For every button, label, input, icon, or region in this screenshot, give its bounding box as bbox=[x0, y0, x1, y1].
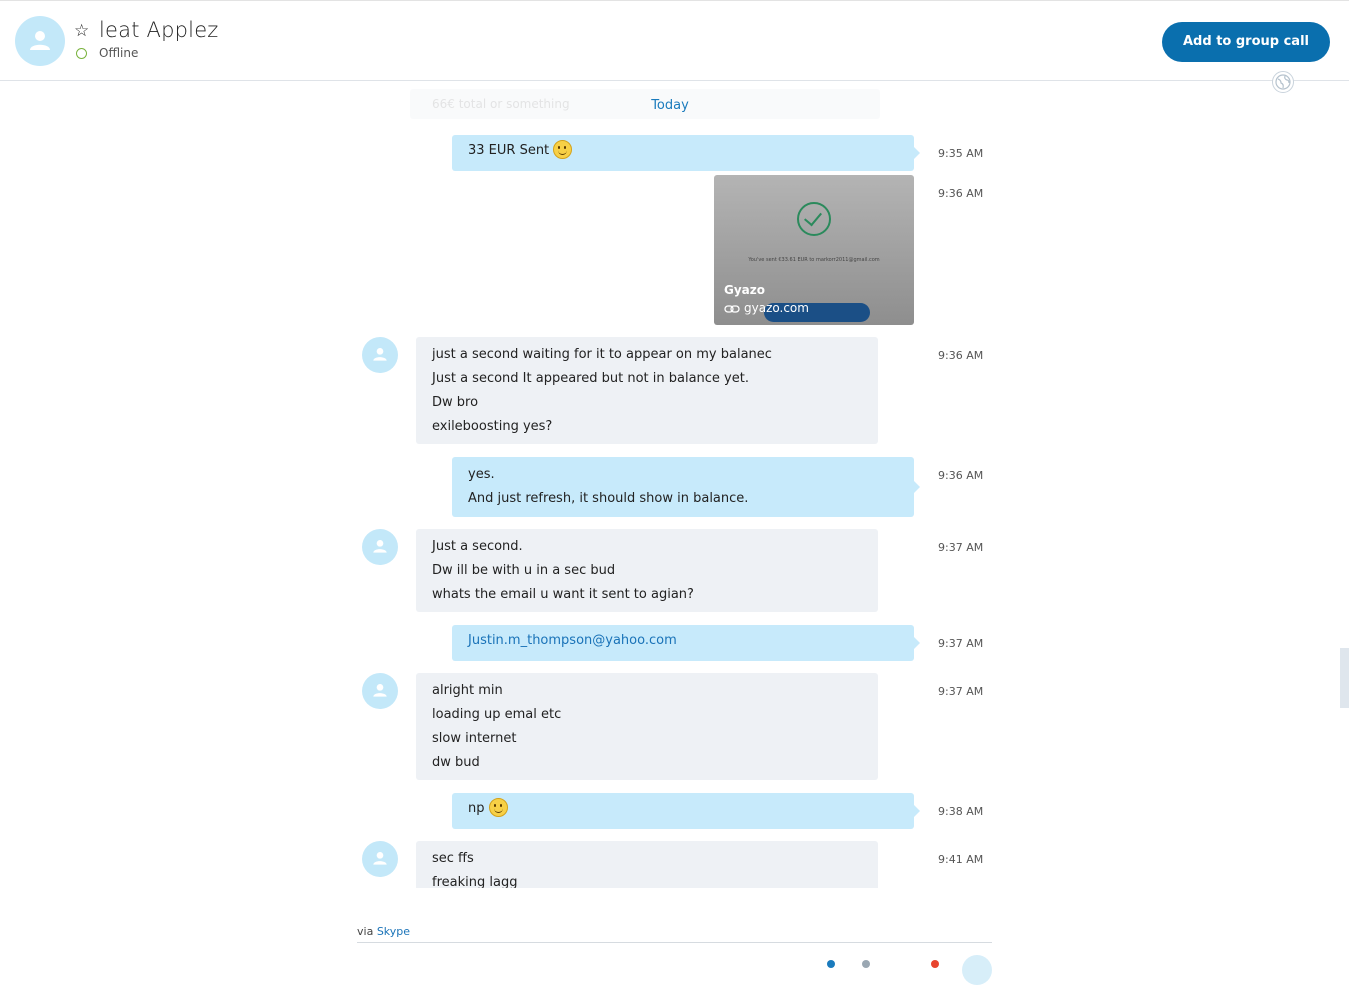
message-text: Just a second It appeared but not in bal… bbox=[432, 371, 749, 386]
via-attribution: via Skype bbox=[357, 925, 410, 938]
message-timestamp: 9:36 AM bbox=[938, 187, 984, 200]
outgoing-message[interactable]: Justin.m_thompson@yahoo.com bbox=[452, 625, 920, 661]
message-timestamp: 9:35 AM bbox=[938, 147, 984, 160]
incoming-message[interactable]: just a second waiting for it to appear o… bbox=[416, 337, 878, 444]
message-timestamp: 9:37 AM bbox=[938, 637, 984, 650]
message-text: Dw bro bbox=[432, 395, 479, 410]
sender-avatar[interactable] bbox=[362, 337, 398, 373]
message-text: np bbox=[468, 801, 485, 816]
email-link[interactable]: Justin.m_thompson@yahoo.com bbox=[468, 629, 898, 653]
link-preview-card[interactable]: You've sent €33.61 EUR to markorr2011@gm… bbox=[714, 175, 914, 325]
send-button[interactable] bbox=[962, 955, 992, 985]
message-text: loading up emal etc bbox=[432, 707, 562, 722]
outgoing-message[interactable]: yes. And just refresh, it should show in… bbox=[452, 457, 920, 517]
message-timestamp: 9:37 AM bbox=[938, 541, 984, 554]
message-text: dw bud bbox=[432, 755, 480, 770]
message-text: And just refresh, it should show in bala… bbox=[468, 491, 749, 506]
person-icon bbox=[373, 684, 387, 697]
smiley-icon bbox=[553, 140, 573, 159]
message-list[interactable]: 66€ total or something Today 33 EUR Sent… bbox=[340, 81, 1000, 888]
message-text: 33 EUR Sent bbox=[468, 143, 550, 158]
message-text: alright min bbox=[432, 683, 503, 698]
globe-icon[interactable] bbox=[1272, 71, 1294, 93]
checkmark-icon bbox=[797, 202, 831, 236]
composer-tool-icon[interactable] bbox=[931, 960, 939, 968]
incoming-message[interactable]: sec ffs freaking lagg bbox=[416, 841, 878, 888]
via-prefix: via bbox=[357, 925, 374, 938]
incoming-message[interactable]: alright min loading up emal etc slow int… bbox=[416, 673, 878, 780]
smiley-icon bbox=[488, 798, 508, 817]
sender-avatar[interactable] bbox=[362, 529, 398, 565]
message-text: slow internet bbox=[432, 731, 517, 746]
scrollbar-thumb[interactable] bbox=[1340, 648, 1349, 708]
message-timestamp: 9:41 AM bbox=[938, 853, 984, 866]
incoming-message[interactable]: Just a second. Dw ill be with u in a sec… bbox=[416, 529, 878, 612]
message-text: freaking lagg bbox=[432, 875, 518, 888]
message-text: just a second waiting for it to appear o… bbox=[432, 347, 772, 362]
message-text: exileboosting yes? bbox=[432, 419, 553, 434]
favorite-star-icon[interactable]: ☆ bbox=[74, 21, 89, 41]
add-to-group-call-button[interactable]: Add to group call bbox=[1162, 22, 1330, 62]
composer-divider bbox=[357, 942, 992, 943]
outgoing-message[interactable]: 33 EUR Sent bbox=[452, 135, 920, 171]
link-icon bbox=[724, 304, 740, 313]
message-text: Just a second. bbox=[432, 539, 523, 554]
person-icon bbox=[373, 852, 387, 865]
skype-link[interactable]: Skype bbox=[377, 925, 410, 938]
person-icon bbox=[373, 348, 387, 361]
person-icon bbox=[30, 31, 50, 50]
composer-tool-icon[interactable] bbox=[827, 960, 835, 968]
composer-tool-icon[interactable] bbox=[862, 960, 870, 968]
preview-body-text: You've sent €33.61 EUR to markorr2011@gm… bbox=[748, 257, 880, 263]
sender-avatar[interactable] bbox=[362, 673, 398, 709]
outgoing-message[interactable]: np bbox=[452, 793, 920, 829]
message-text: sec ffs bbox=[432, 851, 474, 866]
message-text: Dw ill be with u in a sec bud bbox=[432, 563, 616, 578]
preview-site-name: Gyazo bbox=[724, 283, 765, 297]
preview-url-text: gyazo.com bbox=[744, 301, 809, 315]
message-text: yes. bbox=[468, 467, 495, 482]
message-timestamp: 9:38 AM bbox=[938, 805, 984, 818]
person-icon bbox=[373, 540, 387, 553]
sender-avatar[interactable] bbox=[362, 841, 398, 877]
message-text: whats the email u want it sent to agian? bbox=[432, 587, 694, 602]
status-ring-icon bbox=[76, 48, 87, 59]
preview-url[interactable]: gyazo.com bbox=[724, 301, 809, 315]
contact-name[interactable]: leat Applez bbox=[99, 18, 219, 42]
message-timestamp: 9:36 AM bbox=[938, 349, 984, 362]
message-timestamp: 9:37 AM bbox=[938, 685, 984, 698]
contact-avatar[interactable] bbox=[15, 16, 65, 66]
conversation-header: ☆ leat Applez Offline Add to group call bbox=[0, 1, 1349, 81]
presence-status: Offline bbox=[99, 46, 139, 60]
date-divider: Today bbox=[651, 98, 689, 113]
message-timestamp: 9:36 AM bbox=[938, 469, 984, 482]
